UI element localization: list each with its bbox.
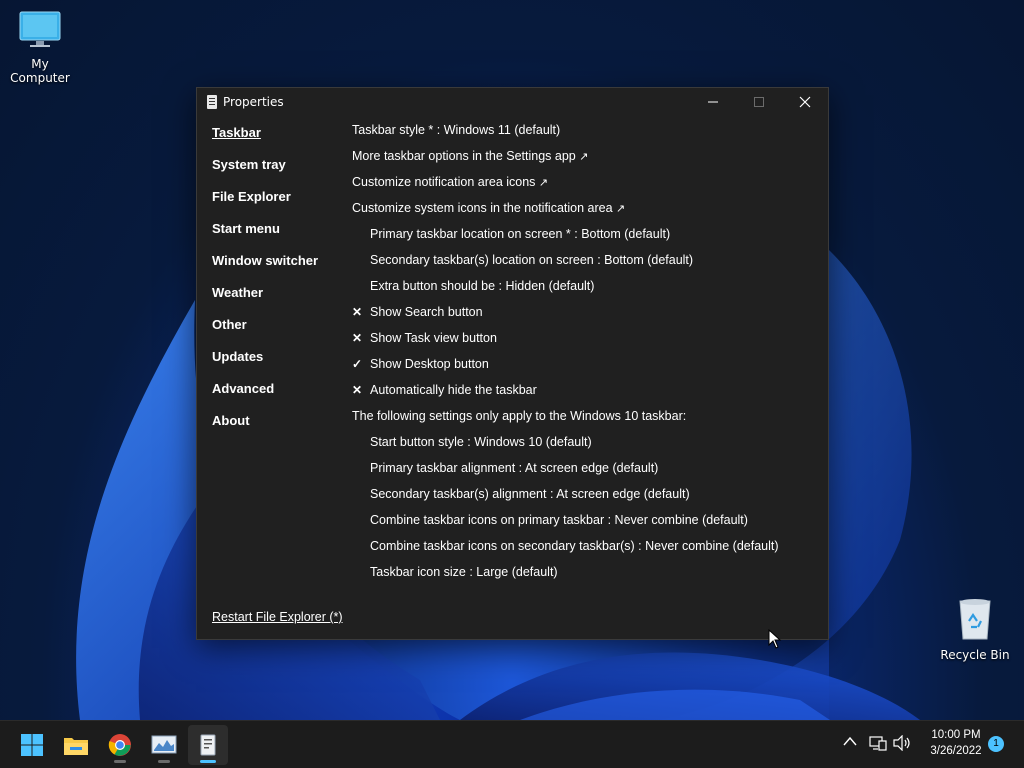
desktop-icon-label: Recycle Bin [940, 648, 1010, 662]
settings-list: Taskbar style * : Windows 11 (default) M… [352, 121, 812, 589]
restart-file-explorer-link[interactable]: Restart File Explorer (*) [212, 610, 343, 624]
setting-combine-secondary[interactable]: Combine taskbar icons on secondary taskb… [352, 537, 812, 563]
clock-date: 3/26/2022 [930, 745, 982, 757]
task-manager-icon [151, 735, 177, 754]
chrome-icon [108, 734, 131, 756]
taskbar [0, 720, 1024, 768]
sidebar-item-weather[interactable]: Weather [212, 284, 318, 316]
mouse-cursor-icon [768, 629, 782, 649]
setting-label: Automatically hide the taskbar [370, 383, 537, 397]
desktop-icon-my-computer[interactable]: My Computer [0, 10, 80, 85]
start-button[interactable] [12, 725, 52, 765]
setting-taskbar-icon-size[interactable]: Taskbar icon size : Large (default) [352, 563, 812, 589]
link-settings-app-taskbar-options[interactable]: More taskbar options in the Settings app… [352, 147, 812, 173]
unchecked-x-icon: ✕ [352, 331, 363, 345]
monitor-icon [19, 11, 61, 47]
setting-label: Show Search button [370, 305, 483, 319]
unchecked-x-icon: ✕ [352, 383, 363, 397]
setting-extra-button[interactable]: Extra button should be : Hidden (default… [352, 277, 812, 303]
properties-window: Properties Taskbar System tray File Expl… [196, 87, 829, 640]
link-system-icons-notification-area[interactable]: Customize system icons in the notificati… [352, 199, 812, 225]
link-label: Customize notification area icons [352, 175, 536, 189]
setting-label: Combine taskbar icons on primary taskbar… [370, 513, 748, 527]
sidebar-item-updates[interactable]: Updates [212, 348, 318, 380]
sidebar-item-other[interactable]: Other [212, 316, 318, 348]
active-indicator [200, 760, 216, 763]
taskbar-clock[interactable]: 10:00 PM 3/26/2022 [920, 727, 992, 759]
setting-taskbar-style[interactable]: Taskbar style * : Windows 11 (default) [352, 121, 812, 147]
setting-label: Show Desktop button [370, 357, 489, 371]
section-heading-label: The following settings only apply to the… [352, 409, 687, 423]
taskbar-task-manager-button[interactable] [144, 725, 184, 765]
minimize-button[interactable] [690, 88, 736, 116]
setting-primary-taskbar-location[interactable]: Primary taskbar location on screen * : B… [352, 225, 812, 251]
window-titlebar[interactable]: Properties [197, 88, 828, 116]
running-indicator [114, 760, 126, 763]
taskbar-properties-button[interactable] [188, 725, 228, 765]
maximize-icon [754, 97, 764, 107]
section-heading-windows10: The following settings only apply to the… [352, 407, 812, 433]
properties-app-icon [200, 734, 216, 756]
sidebar-item-start-menu[interactable]: Start menu [212, 220, 318, 252]
setting-label: Start button style : Windows 10 (default… [370, 435, 592, 449]
external-link-icon: ↗ [579, 151, 589, 163]
close-icon [799, 96, 811, 108]
sidebar-item-file-explorer[interactable]: File Explorer [212, 188, 318, 220]
sidebar-item-system-tray[interactable]: System tray [212, 156, 318, 188]
toggle-show-search-button[interactable]: ✕ Show Search button [352, 303, 812, 329]
desktop-icon-recycle-bin[interactable]: Recycle Bin [935, 597, 1015, 662]
external-link-icon: ↗ [538, 177, 549, 189]
maximize-button[interactable] [736, 88, 782, 116]
notification-badge[interactable]: 1 [988, 736, 1004, 752]
setting-secondary-taskbar-alignment[interactable]: Secondary taskbar(s) alignment : At scre… [352, 485, 812, 511]
running-indicator [158, 760, 170, 763]
app-icon [207, 95, 217, 109]
network-icon[interactable] [869, 735, 887, 755]
minimize-icon [708, 101, 718, 103]
sidebar-item-window-switcher[interactable]: Window switcher [212, 252, 318, 284]
external-link-icon: ↗ [616, 203, 626, 215]
taskbar-file-explorer-button[interactable] [56, 725, 96, 765]
show-hidden-icons-chevron-icon[interactable] [843, 734, 857, 750]
toggle-show-task-view-button[interactable]: ✕ Show Task view button [352, 329, 812, 355]
link-notification-area-icons[interactable]: Customize notification area icons ↗ [352, 173, 812, 199]
desktop-icon-label: My Computer [10, 57, 70, 85]
link-label: Customize system icons in the notificati… [352, 201, 613, 215]
toggle-show-desktop-button[interactable]: ✓ Show Desktop button [352, 355, 812, 381]
volume-icon[interactable] [893, 734, 911, 755]
setting-label: Taskbar icon size : Large (default) [370, 565, 558, 579]
window-title: Properties [223, 95, 284, 109]
setting-primary-taskbar-alignment[interactable]: Primary taskbar alignment : At screen ed… [352, 459, 812, 485]
setting-label: Show Task view button [370, 331, 497, 345]
setting-start-button-style[interactable]: Start button style : Windows 10 (default… [352, 433, 812, 459]
unchecked-x-icon: ✕ [352, 305, 363, 319]
folder-icon [64, 738, 88, 755]
setting-label: Primary taskbar alignment : At screen ed… [370, 461, 659, 475]
setting-label: Combine taskbar icons on secondary taskb… [370, 539, 779, 553]
taskbar-chrome-button[interactable] [100, 725, 140, 765]
setting-label: Primary taskbar location on screen * : B… [370, 227, 671, 241]
windows-start-icon [21, 734, 43, 756]
toggle-auto-hide-taskbar[interactable]: ✕ Automatically hide the taskbar [352, 381, 812, 407]
settings-sidebar: Taskbar System tray File Explorer Start … [212, 124, 318, 444]
setting-label: Taskbar style * : Windows 11 (default) [352, 123, 561, 137]
clock-time: 10:00 PM [931, 729, 981, 741]
setting-combine-primary[interactable]: Combine taskbar icons on primary taskbar… [352, 511, 812, 537]
setting-label: Secondary taskbar(s) location on screen … [370, 253, 694, 267]
setting-secondary-taskbar-location[interactable]: Secondary taskbar(s) location on screen … [352, 251, 812, 277]
link-label: More taskbar options in the Settings app [352, 149, 576, 163]
close-button[interactable] [782, 88, 828, 116]
setting-label: Extra button should be : Hidden (default… [370, 279, 595, 293]
sidebar-item-advanced[interactable]: Advanced [212, 380, 318, 412]
checkmark-icon: ✓ [352, 357, 363, 371]
sidebar-item-taskbar[interactable]: Taskbar [212, 124, 318, 156]
recycle-bin-icon [959, 599, 991, 640]
sidebar-item-about[interactable]: About [212, 412, 318, 444]
setting-label: Secondary taskbar(s) alignment : At scre… [370, 487, 690, 501]
